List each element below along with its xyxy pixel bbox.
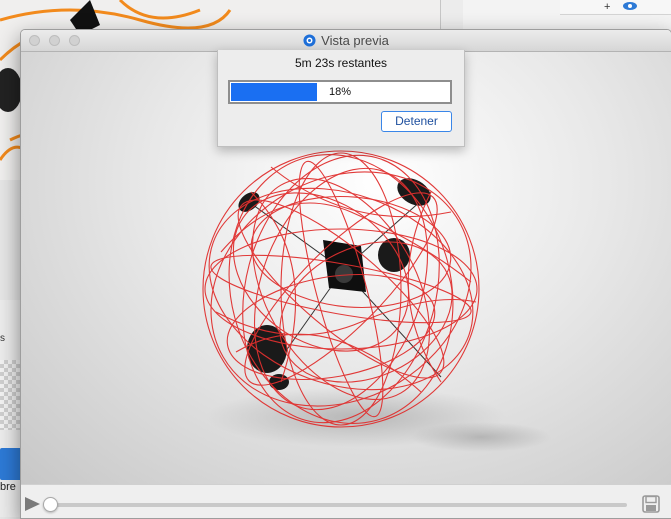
progress-percent-label: 18% — [328, 86, 352, 98]
render-progress-sheet: 5m 23s restantes 18% Detener — [217, 50, 465, 147]
window-titlebar[interactable]: Vista previa — [21, 30, 671, 52]
timeline-slider-thumb[interactable] — [43, 497, 58, 512]
timeline-slider-track[interactable] — [51, 503, 627, 507]
background-left-label: bre — [0, 481, 16, 493]
svg-text:+: + — [604, 1, 610, 13]
app-logo-icon — [303, 34, 316, 47]
window-title: Vista previa — [321, 33, 389, 48]
floor-shadow — [411, 422, 551, 452]
background-thumbnail — [0, 360, 20, 430]
stop-button[interactable]: Detener — [381, 111, 452, 132]
render-progress-bar: 18% — [228, 80, 452, 104]
book-icon — [0, 448, 22, 480]
background-right-toolbar: + — [560, 0, 671, 15]
save-icon[interactable] — [642, 495, 660, 513]
playback-bar — [21, 484, 671, 518]
background-left-tag: s — [0, 333, 5, 344]
time-remaining-label: 5m 23s restantes — [294, 56, 388, 70]
play-icon[interactable] — [24, 497, 40, 511]
